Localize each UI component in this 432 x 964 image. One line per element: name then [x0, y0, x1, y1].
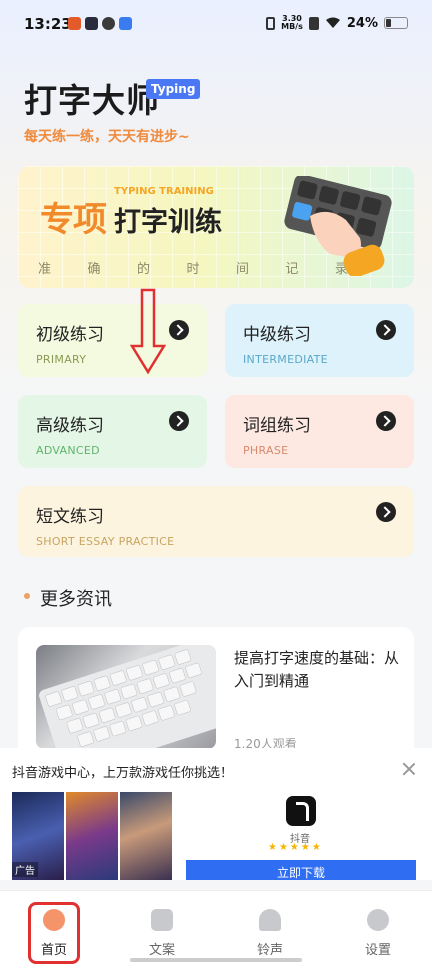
nav-label: 文案	[148, 943, 175, 958]
battery-icon	[384, 17, 408, 29]
wifi-icon	[325, 17, 340, 28]
nav-copywriting[interactable]: 文案	[108, 891, 216, 964]
page-subtitle: 每天练一练，天天有进步~	[24, 129, 190, 145]
banner-accent-title: 专项	[40, 200, 107, 240]
rating-stars: ★★★★★	[268, 842, 323, 853]
typing-training-banner[interactable]: 专项 TYPING TRAINING 打字训练 准 确 的 时 间 记 录	[18, 166, 414, 288]
nav-label: 铃声	[256, 943, 283, 958]
game-image	[120, 792, 172, 880]
bell-icon	[259, 909, 281, 931]
news-title: 提高打字速度的基础：从入门到精通	[234, 649, 400, 690]
document-icon	[151, 909, 173, 931]
ad-banner[interactable]: 抖音游戏中心，上万款游戏任你挑选！ 广告 抖音 ★★★★★ 立即下载	[0, 748, 432, 880]
card-subtitle: SHORT ESSAY PRACTICE	[36, 535, 175, 548]
ad-label: 广告	[12, 862, 38, 877]
card-subtitle: PHRASE	[243, 444, 289, 457]
app-notification-icon	[102, 17, 115, 30]
page-title: 打字大师	[24, 81, 160, 120]
news-card[interactable]: 提高打字速度的基础：从入门到精通 1.20人观看	[18, 627, 414, 767]
arrow-right-icon[interactable]	[169, 320, 189, 340]
typing-badge: Typing	[146, 79, 201, 99]
card-subtitle: ADVANCED	[36, 444, 100, 457]
annotation-arrow-icon	[129, 288, 167, 375]
tiktok-app-icon	[286, 796, 316, 826]
ad-title: 抖音游戏中心，上万款游戏任你挑选！	[12, 766, 234, 781]
card-title: 短文练习	[36, 507, 104, 527]
app-notification-icon	[68, 17, 81, 30]
home-indicator	[130, 958, 302, 962]
nav-ringtone[interactable]: 铃声	[216, 891, 324, 964]
arrow-right-icon[interactable]	[376, 411, 396, 431]
gear-icon	[367, 909, 389, 931]
status-right: 3.30 MB/s 24%	[266, 15, 408, 31]
card-title: 词组练习	[243, 416, 311, 436]
close-icon[interactable]	[402, 762, 416, 776]
card-title: 中级练习	[243, 325, 311, 345]
net-speed: 3.30 MB/s	[281, 14, 303, 31]
banner-main-title: 打字训练	[114, 207, 222, 238]
phrase-practice-card[interactable]: 词组练习 PHRASE	[225, 395, 414, 468]
annotation-highlight-box	[28, 902, 80, 964]
status-time: 13:23	[24, 15, 72, 33]
primary-practice-card[interactable]: 初级练习 PRIMARY	[18, 304, 207, 377]
download-button[interactable]: 立即下载	[186, 860, 416, 880]
nav-settings[interactable]: 设置	[324, 891, 432, 964]
keyboard-hand-illustration	[284, 176, 392, 276]
section-title: 更多资讯	[40, 589, 112, 610]
game-image	[66, 792, 118, 880]
status-bar: 13:23 3.30 MB/s 24%	[0, 0, 432, 50]
essay-practice-card[interactable]: 短文练习 SHORT ESSAY PRACTICE	[18, 486, 414, 557]
intermediate-practice-card[interactable]: 中级练习 INTERMEDIATE	[225, 304, 414, 377]
nav-label: 设置	[364, 943, 391, 958]
app-notification-icon	[119, 17, 132, 30]
battery-percent: 24%	[346, 15, 378, 31]
card-title: 高级练习	[36, 416, 104, 436]
card-subtitle: INTERMEDIATE	[243, 353, 328, 366]
vibrate-icon	[266, 16, 276, 30]
sim-icon	[308, 16, 319, 30]
keyboard-photo	[36, 645, 216, 749]
arrow-right-icon[interactable]	[169, 411, 189, 431]
app-notification-icon	[85, 17, 98, 30]
section-dot	[24, 593, 30, 599]
arrow-right-icon[interactable]	[376, 320, 396, 340]
advanced-practice-card[interactable]: 高级练习 ADVANCED	[18, 395, 207, 468]
notification-icons	[68, 17, 132, 30]
arrow-right-icon[interactable]	[376, 502, 396, 522]
banner-en-title: TYPING TRAINING	[114, 186, 214, 197]
